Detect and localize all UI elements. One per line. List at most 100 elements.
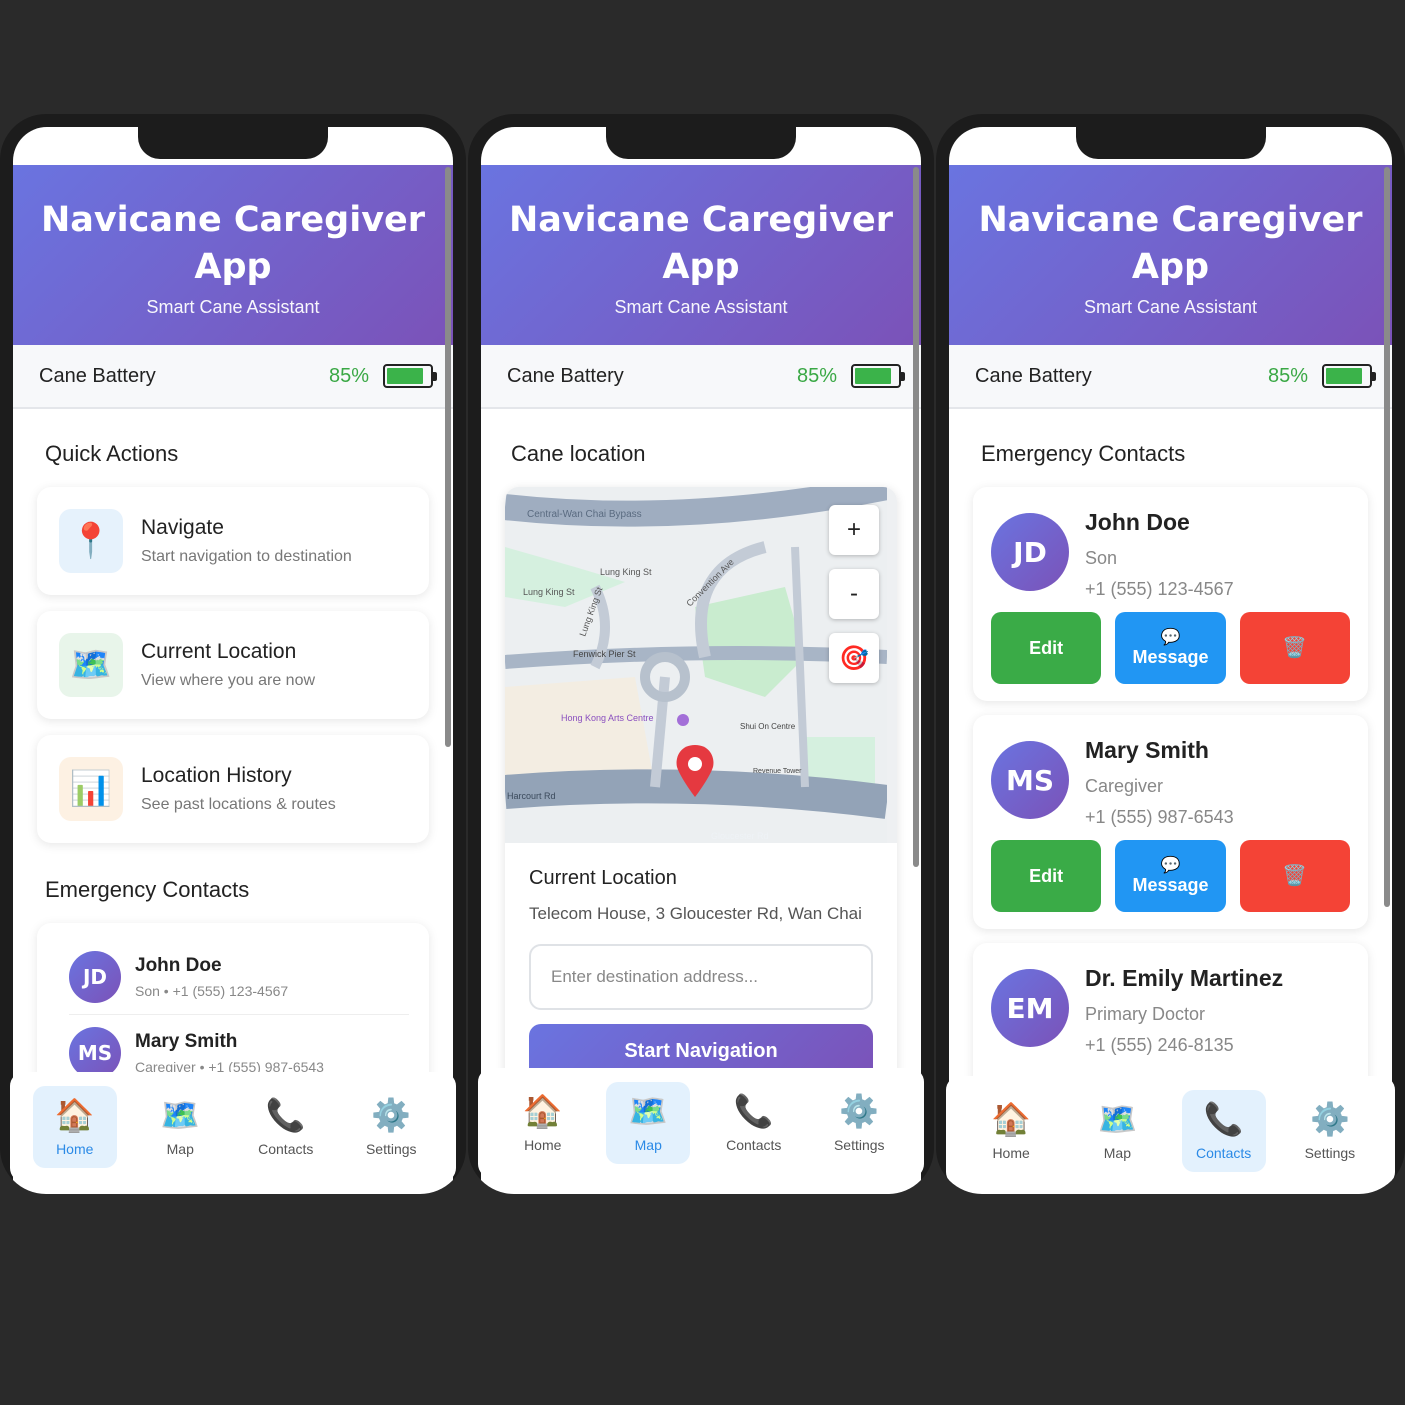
message-button[interactable]: 💬 Message (1115, 840, 1226, 912)
map-label: Lung King St (600, 567, 652, 577)
contact-name: John Doe (1085, 509, 1190, 535)
message-button[interactable]: 💬 Message (1115, 612, 1226, 684)
action-navigate[interactable]: 📍 Navigate Start navigation to destinati… (37, 487, 429, 595)
tab-contacts[interactable]: 📞 Contacts (712, 1082, 796, 1164)
current-location-title: Current Location (529, 867, 677, 889)
battery-percent: 85% (796, 364, 837, 387)
battery-percent: 85% (1267, 364, 1308, 387)
phone-icon: 📞 (265, 1097, 306, 1133)
zoom-out-button[interactable]: - (829, 569, 879, 619)
zoom-in-button[interactable]: + (829, 505, 879, 555)
tab-contacts[interactable]: 📞 Contacts (1181, 1090, 1266, 1172)
avatar: EM (991, 969, 1069, 1047)
map-label: Revenue Tower (753, 768, 802, 775)
gear-icon: ⚙️ (839, 1093, 880, 1129)
tab-home[interactable]: 🏠 Home (969, 1090, 1053, 1172)
contact-card: JD John Doe Son +1 (555) 123-4567 Edit 💬… (973, 487, 1368, 701)
map-view[interactable]: Central-Wan Chai Bypass Lung King St Lun… (505, 487, 897, 843)
action-subtitle: View where you are now (141, 672, 316, 689)
location-card: Central-Wan Chai Bypass Lung King St Lun… (505, 487, 897, 1104)
tab-label: Map (1103, 1145, 1131, 1161)
battery-icon (383, 364, 437, 388)
map-label: Gloucester Rd (711, 831, 769, 841)
contact-relation: Primary Doctor (1085, 1004, 1206, 1024)
map-icon: 🗺️ (628, 1093, 669, 1129)
app-header: Navicane Caregiver App Smart Cane Assist… (481, 165, 921, 345)
contact-row[interactable]: JD John Doe Son • +1 (555) 123-4567 (69, 939, 409, 1015)
delete-button[interactable]: 🗑️ (1239, 612, 1350, 684)
tab-label: Map (634, 1137, 662, 1153)
tab-settings[interactable]: ⚙️ Settings (349, 1086, 433, 1168)
map-icon: 🗺️ (59, 633, 123, 697)
tab-map[interactable]: 🗺️ Map (138, 1086, 222, 1168)
tab-label: Map (166, 1141, 194, 1157)
home-screen: Navicane Caregiver App Smart Cane Assist… (13, 127, 453, 1194)
tab-contacts[interactable]: 📞 Contacts (244, 1086, 328, 1168)
app-header: Navicane Caregiver App Smart Cane Assist… (13, 165, 453, 345)
tab-home[interactable]: 🏠 Home (32, 1086, 117, 1168)
phone-icon: 📞 (733, 1093, 774, 1129)
delete-button[interactable]: 🗑️ (1239, 840, 1350, 912)
battery-bar: Cane Battery 85% (13, 345, 453, 409)
app-title: Navicane Caregiver App (40, 200, 426, 287)
tab-label: Contacts (1196, 1145, 1252, 1161)
message-icon: 💬 (1160, 628, 1181, 646)
action-subtitle: Start navigation to destination (141, 548, 352, 565)
battery-icon (851, 364, 905, 388)
map-icon: 🗺️ (1097, 1101, 1138, 1137)
gear-icon: ⚙️ (371, 1097, 412, 1133)
battery-percent: 85% (328, 364, 369, 387)
home-icon: 🏠 (522, 1093, 563, 1129)
notch (606, 127, 796, 159)
battery-bar: Cane Battery 85% (949, 345, 1392, 409)
contact-name: John Doe (135, 954, 222, 976)
scrollbar[interactable] (913, 167, 919, 867)
current-address: Telecom House, 3 Gloucester Rd, Wan Chai (529, 904, 862, 923)
app-subtitle: Smart Cane Assistant (1083, 297, 1258, 317)
map-label: Harcourt Rd (507, 791, 556, 801)
map-icon: 🗺️ (160, 1097, 201, 1133)
tab-map[interactable]: 🗺️ Map (1075, 1090, 1159, 1172)
tab-label: Home (56, 1141, 94, 1157)
emergency-contacts-title: Emergency Contacts (981, 441, 1186, 466)
phone-contacts: Navicane Caregiver App Smart Cane Assist… (936, 114, 1405, 1194)
battery-fill (855, 368, 891, 384)
battery-icon (1322, 364, 1376, 388)
app-title: Navicane Caregiver App (508, 200, 894, 287)
action-location-history[interactable]: 📊 Location History See past locations & … (37, 735, 429, 843)
contact-phone: +1 (555) 987-6543 (1085, 807, 1234, 827)
battery-fill (1326, 368, 1362, 384)
edit-button[interactable]: Edit (991, 840, 1102, 912)
tab-settings[interactable]: ⚙️ Settings (1288, 1090, 1372, 1172)
pin-icon: 📍 (59, 509, 123, 573)
button-label: Message (1132, 874, 1209, 895)
contact-name: Mary Smith (135, 1031, 238, 1052)
tab-home[interactable]: 🏠 Home (501, 1082, 585, 1164)
battery-label: Cane Battery (39, 364, 156, 387)
notch (1075, 127, 1266, 159)
action-title: Navigate (141, 516, 224, 539)
edit-button[interactable]: Edit (991, 612, 1102, 684)
contact-relation: Caregiver (1085, 776, 1164, 796)
phone-icon: 📞 (1203, 1101, 1244, 1137)
locate-target-icon[interactable]: 🎯 (829, 633, 879, 683)
contacts-screen: Navicane Caregiver App Smart Cane Assist… (949, 127, 1392, 1194)
trash-icon: 🗑️ (1282, 637, 1308, 659)
button-label: Message (1132, 646, 1209, 667)
battery-fill (387, 368, 423, 384)
tab-settings[interactable]: ⚙️ Settings (817, 1082, 901, 1164)
scrollbar[interactable] (1384, 167, 1390, 907)
map-label: Central-Wan Chai Bypass (527, 509, 642, 520)
battery-label: Cane Battery (507, 364, 624, 387)
tab-map[interactable]: 🗺️ Map (606, 1082, 691, 1164)
action-current-location[interactable]: 🗺️ Current Location View where you are n… (37, 611, 429, 719)
map-screen: Navicane Caregiver App Smart Cane Assist… (481, 127, 921, 1194)
battery-bar: Cane Battery 85% (481, 345, 921, 409)
battery-label: Cane Battery (975, 364, 1092, 387)
tab-label: Settings (833, 1137, 885, 1153)
tab-label: Home (992, 1145, 1030, 1161)
map-label: Hong Kong Arts Centre (561, 713, 654, 723)
scrollbar[interactable] (445, 167, 451, 747)
destination-input[interactable] (529, 944, 873, 1010)
button-label: Edit (1029, 637, 1064, 658)
